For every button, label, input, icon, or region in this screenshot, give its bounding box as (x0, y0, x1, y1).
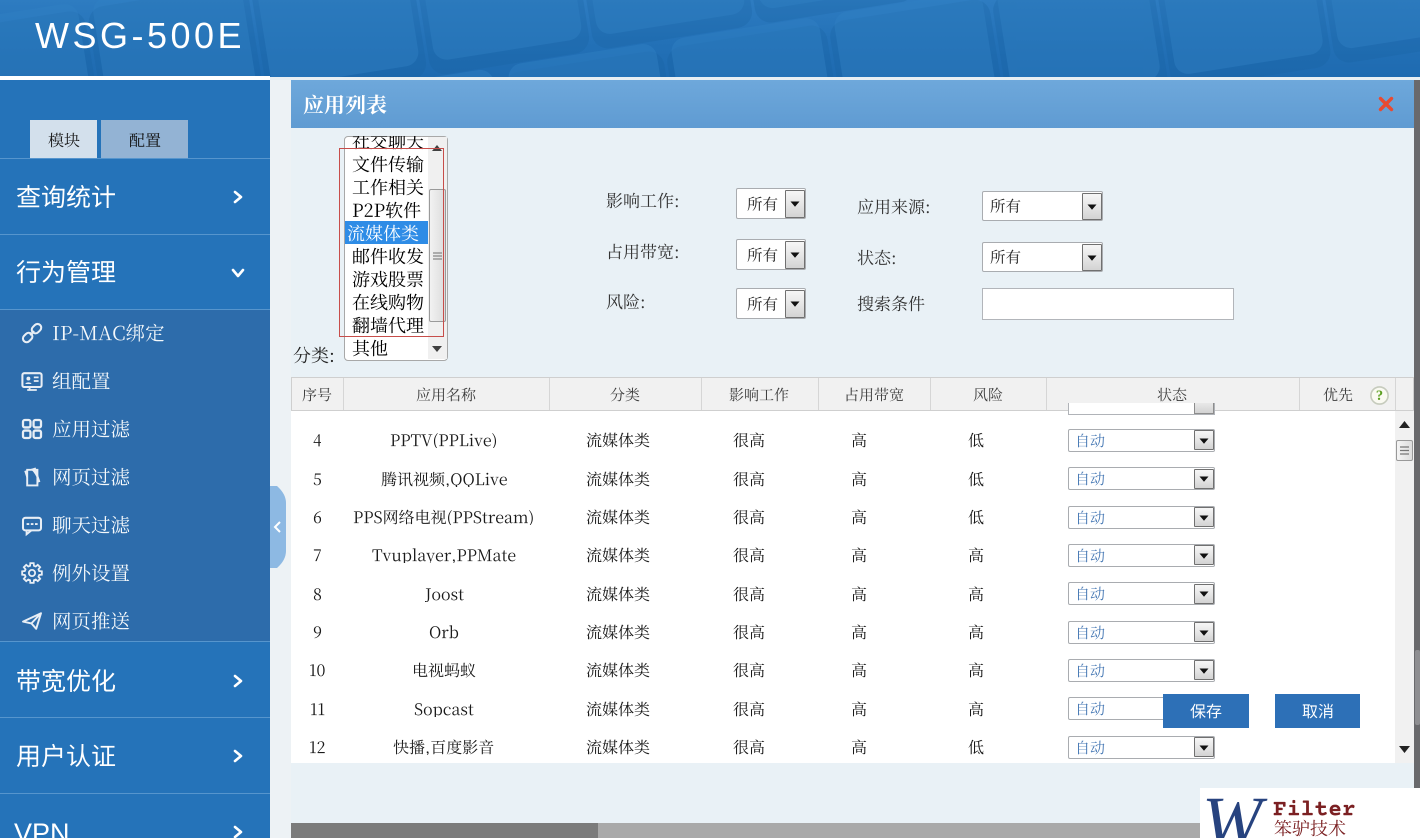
svg-text:?: ? (1376, 388, 1383, 404)
